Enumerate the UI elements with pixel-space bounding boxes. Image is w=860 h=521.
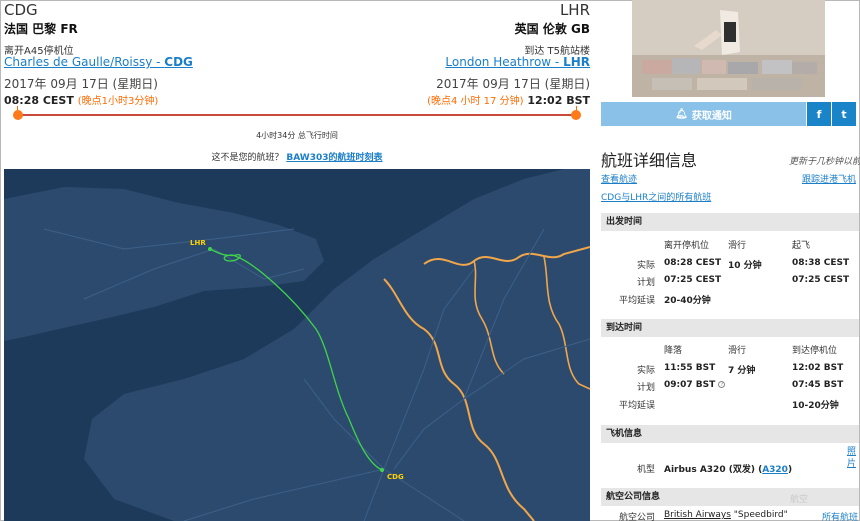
destination-airport-code: LHR	[563, 55, 590, 69]
dep-planned-gate: 07:25 CEST	[664, 275, 722, 285]
flight-duration: 4小时34分 总飞行时间	[256, 131, 338, 140]
wrong-flight-prompt: 这不是您的航班？	[211, 153, 284, 163]
dep-actual-taxi: 10 分钟	[728, 261, 762, 271]
airline-heading: 航空公司信息	[601, 488, 859, 506]
destination-late: (晚点4 小时 17 分钟)	[427, 96, 524, 107]
dep-avg-delay: 20-40分钟	[664, 296, 711, 306]
destination-time: (晚点4 小时 17 分钟) 12:02 BST	[427, 92, 590, 107]
dep-planned-label: 计划	[637, 278, 656, 288]
aircraft-model-text: Airbus A320 (双发) (	[664, 465, 763, 475]
destination-city: 英国 伦敦 GB	[514, 22, 590, 36]
arr-avg-delay-label: 平均延误	[619, 401, 656, 411]
dep-avg-delay-label: 平均延误	[619, 296, 656, 306]
twitter-share-button[interactable]: t	[832, 102, 856, 126]
destination-code: LHR	[559, 1, 590, 19]
arr-actual-label: 实际	[637, 366, 656, 376]
origin-dot	[13, 110, 23, 120]
watermark: 航空	[790, 495, 809, 505]
origin-time-value: 08:28 CEST	[4, 94, 74, 107]
destination-dot	[571, 110, 581, 120]
arr-col-taxi: 滑行	[728, 346, 747, 356]
arr-col-landing: 降落	[664, 346, 683, 356]
last-updated: 更新于几秒钟以前	[789, 157, 860, 167]
lhr-marker	[208, 247, 212, 251]
origin-late: (晚点1小时3分钟)	[77, 96, 159, 107]
lhr-label: LHR	[190, 239, 206, 247]
arr-col-gate: 到达停机位	[792, 346, 838, 356]
dep-col-gate: 离开停机位	[664, 241, 710, 251]
cdg-marker	[380, 468, 384, 472]
departure-heading: 出发时间	[601, 213, 859, 231]
arr-planned-landing: 09:07 BST ?	[664, 380, 726, 390]
origin-time: 08:28 CEST (晚点1小时3分钟)	[4, 92, 158, 107]
aircraft-model-label: 机型	[637, 465, 656, 475]
aircraft-photo[interactable]	[632, 0, 825, 97]
arr-planned-label: 计划	[637, 383, 656, 393]
origin-airport-link[interactable]: Charles de Gaulle/Roissy - CDG	[4, 55, 193, 69]
flight-details-title: 航班详细信息	[601, 151, 698, 170]
origin-code: CDG	[4, 1, 38, 19]
airline-all-flights-link[interactable]: 所有航班	[822, 510, 858, 521]
arr-planned-gate: 07:45 BST	[792, 380, 844, 390]
arr-planned-landing-value: 09:07 BST	[664, 380, 716, 390]
dep-planned-takeoff: 07:25 CEST	[792, 275, 850, 285]
dep-actual-takeoff: 08:38 CEST	[792, 258, 850, 268]
get-notifications-button[interactable]: 🔔︎ 获取通知	[601, 102, 806, 126]
flight-map[interactable]: LHR CDG	[4, 169, 590, 521]
map-svg: LHR CDG	[4, 169, 590, 521]
airline-value: British Airways "Speedbird"	[664, 510, 788, 520]
view-track-link[interactable]: 查看航迹	[601, 172, 637, 185]
progress-track	[17, 114, 577, 116]
airline-callsign: "Speedbird"	[730, 510, 788, 520]
origin-date: 2017年 09月 17日 (星期日)	[4, 77, 158, 91]
track-inbound-link[interactable]: 跟踪进港飞机	[802, 172, 856, 185]
arr-actual-taxi: 7 分钟	[728, 366, 756, 376]
origin-city: 法国 巴黎 FR	[4, 22, 78, 36]
bell-icon: 🔔︎	[675, 108, 688, 120]
aircraft-model-close: )	[787, 465, 793, 475]
destination-time-value: 12:02 BST	[527, 94, 590, 107]
cdg-label: CDG	[387, 473, 404, 481]
arr-actual-gate: 12:02 BST	[792, 363, 844, 373]
destination-airport-link[interactable]: London Heathrow - LHR	[445, 55, 590, 69]
aircraft-photo-link[interactable]: 照片	[847, 446, 859, 470]
dep-actual-label: 实际	[637, 261, 656, 271]
dep-col-takeoff: 起飞	[792, 241, 811, 251]
aircraft-heading: 飞机信息	[601, 425, 859, 443]
arrival-heading: 到达时间	[601, 319, 859, 337]
destination-date: 2017年 09月 17日 (星期日)	[436, 77, 590, 91]
destination-airport-name: London Heathrow -	[445, 55, 564, 69]
schedule-link[interactable]: BAW303的航班时刻表	[286, 153, 382, 163]
arr-avg-delay: 10-20分钟	[792, 401, 839, 411]
photo-svg	[632, 0, 825, 97]
dep-actual-gate: 08:28 CEST	[664, 258, 722, 268]
wrong-flight: 这不是您的航班？ BAW303的航班时刻表	[4, 150, 590, 163]
origin-airport-code: CDG	[164, 55, 193, 69]
airline-label: 航空公司	[619, 513, 656, 521]
all-flights-route-link[interactable]: CDG与LHR之间的所有航班	[601, 190, 711, 203]
aircraft-type-link[interactable]: A320	[762, 465, 788, 475]
notify-label: 获取通知	[691, 110, 732, 122]
info-icon[interactable]: ?	[718, 381, 726, 388]
aircraft-model: Airbus A320 (双发) (A320)	[664, 462, 792, 475]
facebook-share-button[interactable]: f	[807, 102, 831, 126]
airline-name-link[interactable]: British Airways	[664, 510, 731, 520]
route-header: CDG 法国 巴黎 FR 离开A45停机位 Charles de Gaulle/…	[4, 0, 590, 168]
origin-airport-name: Charles de Gaulle/Roissy -	[4, 55, 165, 69]
arr-actual-landing: 11:55 BST	[664, 363, 716, 373]
dep-col-taxi: 滑行	[728, 241, 747, 251]
